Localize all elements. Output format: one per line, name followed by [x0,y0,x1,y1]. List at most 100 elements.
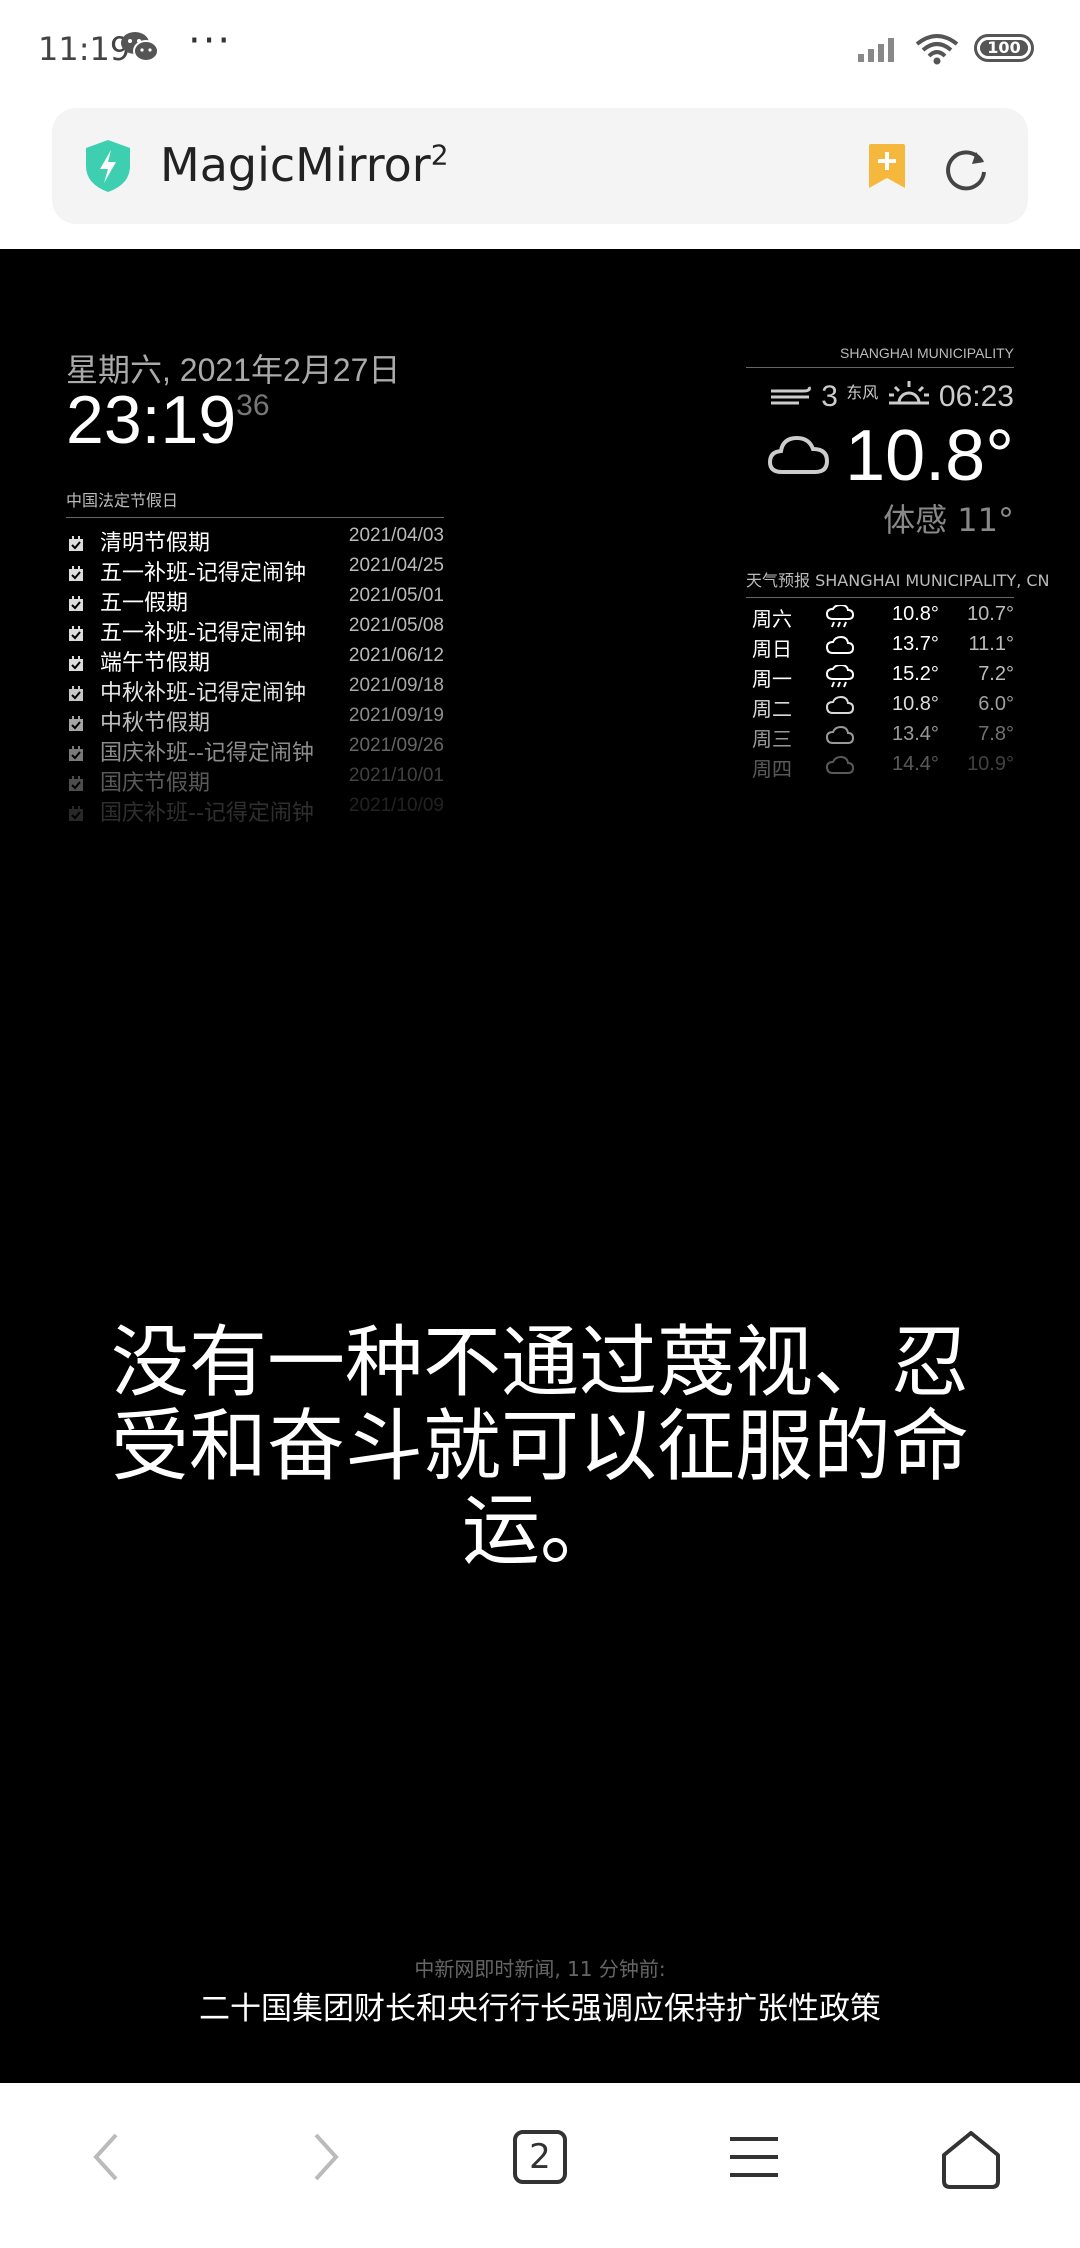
forecast-day: 周日 [752,637,792,661]
holidays-header: 中国法定节假日 [66,487,444,518]
wind-direction: 东风 [846,385,879,402]
status-time: 11:19 [38,30,131,68]
holiday-title: 清明节假期 [100,531,211,556]
forecast-max: 15.2° [892,663,939,685]
holiday-row: 清明节假期 2021/04/03 [66,525,444,556]
wind-speed: 3 [821,379,838,413]
forecast-day: 周四 [752,757,792,781]
home-icon[interactable] [940,2129,1002,2195]
back-icon[interactable] [82,2129,132,2189]
calendar-check-icon [68,803,84,828]
holiday-row: 国庆节假期 2021/10/01 [66,765,444,796]
status-bar: 11:19 ··· 100 [0,0,1080,100]
address-bar[interactable]: MagicMirror2 [52,108,1028,224]
holiday-date: 2021/09/26 [348,735,444,756]
clock-hours-minutes: 23:19 [66,382,237,458]
holiday-date: 2021/09/19 [348,705,444,726]
forecast-row: 周四 14.4° 10.9° [746,753,1014,783]
cloud-icon [825,695,855,724]
holidays-list: 清明节假期 2021/04/03 五一补班-记得定闹钟 2021/04/25 五… [66,525,444,828]
cloud-icon [825,635,855,664]
holiday-date: 2021/09/18 [348,675,444,696]
holiday-row: 国庆补班--记得定闹钟 2021/09/26 [66,735,444,766]
holiday-date: 2021/05/08 [348,615,444,636]
daily-quote: 没有一种不通过蔑视、忍 受和奋斗就可以征服的命 运。 [70,1321,1010,1573]
cloud-icon [767,432,830,480]
page-title: MagicMirror2 [160,138,449,192]
forecast-min: 6.0° [978,693,1014,715]
current-temperature-row: 10.8° [767,415,1014,497]
holiday-title: 五一假期 [100,591,189,616]
battery-level: 100 [980,40,1028,56]
feels-like: 体感 11° [883,501,1014,539]
tabs-button[interactable]: 2 [512,2129,568,2185]
forecast-max: 13.7° [892,633,939,655]
signal-icon [856,34,900,68]
browser-bottom-nav: 2 [0,2083,1080,2248]
forecast-max: 10.8° [892,603,939,625]
holiday-date: 2021/04/03 [348,525,444,546]
holiday-date: 2021/05/01 [348,585,444,606]
cloud-icon [825,725,855,754]
forecast-day: 周六 [752,607,792,631]
more-notifications-icon: ··· [188,18,233,64]
forecast-min: 10.7° [967,603,1014,625]
news-source: 中新网即时新闻, 11 分钟前: [414,1957,666,1981]
menu-icon[interactable] [726,2129,782,2189]
clock-time: 23:1936 [66,381,270,459]
holiday-title: 国庆节假期 [100,771,211,796]
weather-wind-sunrise: 3 东风 06:23 [769,379,1014,417]
news-headline: 二十国集团财长和央行行长强调应保持扩张性政策 [199,1991,881,2027]
forecast-table: 周六 10.8° 10.7° 周日 13.7° 11.1° 周一 15.2° 7… [746,603,1014,783]
forecast-min: 11.1° [968,633,1014,655]
weather-location: SHANGHAI MUNICIPALITY [746,345,1014,368]
add-bookmark-icon[interactable] [865,142,909,194]
forecast-header: 天气预报 SHANGHAI MUNICIPALITY, CN [746,567,1050,598]
forecast-min: 10.9° [967,753,1014,775]
quote-line: 受和奋斗就可以征服的命 [110,1402,969,1492]
current-temperature: 10.8° [845,416,1014,496]
holiday-title: 国庆补班--记得定闹钟 [100,801,314,826]
holiday-row: 国庆补班--记得定闹钟 2021/10/09 [66,795,444,828]
forward-icon[interactable] [300,2129,350,2189]
forecast-row: 周二 10.8° 6.0° [746,693,1014,723]
holiday-title: 中秋补班-记得定闹钟 [100,681,306,706]
forecast-max: 13.4° [892,723,939,745]
holiday-date: 2021/04/25 [348,555,444,576]
quote-line: 没有一种不通过蔑视、忍 [110,1318,969,1408]
battery-icon: 100 [974,34,1034,62]
holiday-row: 中秋节假期 2021/09/19 [66,705,444,736]
holiday-date: 2021/06/12 [348,645,444,666]
cloud-icon [825,755,855,784]
holiday-row: 五一假期 2021/05/01 [66,585,444,616]
holiday-row: 端午节假期 2021/06/12 [66,645,444,676]
forecast-min: 7.2° [978,663,1014,685]
forecast-min: 7.8° [978,723,1014,745]
wind-icon [769,381,813,415]
wechat-icon [120,30,160,68]
clock-seconds: 36 [236,389,270,422]
holiday-title: 国庆补班--记得定闹钟 [100,741,314,766]
holiday-row: 五一补班-记得定闹钟 2021/04/25 [66,555,444,586]
forecast-row: 周日 13.7° 11.1° [746,633,1014,663]
reload-icon[interactable] [942,144,990,196]
holiday-title: 五一补班-记得定闹钟 [100,561,306,586]
sunrise-time: 06:23 [938,379,1014,413]
tab-count: 2 [529,2137,551,2177]
forecast-day: 周二 [752,697,792,721]
holiday-row: 中秋补班-记得定闹钟 2021/09/18 [66,675,444,706]
forecast-row: 周三 13.4° 7.8° [746,723,1014,753]
security-shield-icon [82,138,134,198]
forecast-max: 14.4° [892,753,939,775]
rain-cloud-icon [825,663,855,694]
holiday-date: 2021/10/01 [348,765,444,786]
forecast-day: 周一 [752,667,792,691]
forecast-max: 10.8° [892,693,939,715]
holiday-title: 端午节假期 [100,651,211,676]
magic-mirror-page: 星期六, 2021年2月27日 23:1936 中国法定节假日 清明节假期 20… [0,249,1080,2083]
quote-line: 运。 [461,1486,618,1576]
forecast-row: 周一 15.2° 7.2° [746,663,1014,693]
sunrise-icon [887,379,931,417]
rain-cloud-icon [825,603,855,634]
holiday-date: 2021/10/09 [348,795,444,816]
